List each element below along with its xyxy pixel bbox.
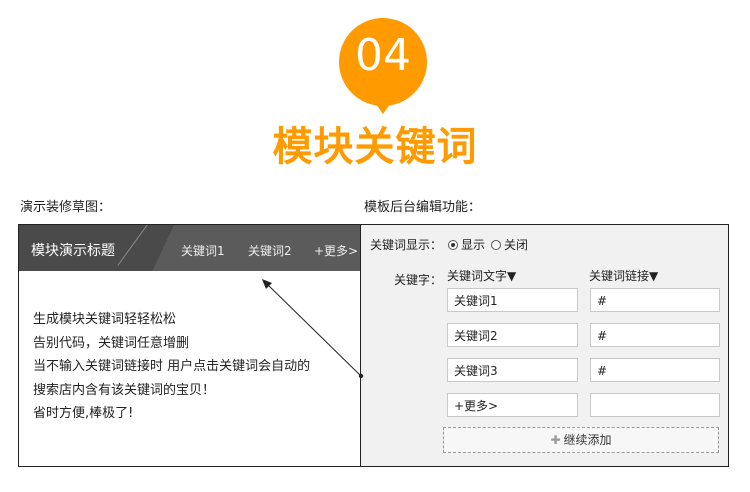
plus-icon: ✚ bbox=[550, 433, 561, 447]
description-line: 当不输入关键词链接时 用户点击关键词会自动的 bbox=[33, 359, 311, 374]
page-title: 模块关键词 bbox=[272, 124, 478, 170]
step-number: 04 bbox=[355, 30, 411, 81]
display-label: 关键词显示： bbox=[370, 238, 443, 252]
radio-show-icon[interactable] bbox=[448, 239, 459, 250]
preview-header: 模块演示标题 关键词1 关键词2 +更多> bbox=[19, 225, 360, 271]
radio-hide-label[interactable]: 关闭 bbox=[504, 236, 528, 253]
keyword-link-input-4[interactable] bbox=[590, 393, 720, 417]
demo-frame: 模块演示标题 关键词1 关键词2 +更多> 生成模块关键词轻轻松松 告别代码，关… bbox=[18, 224, 729, 467]
editor-panel: 关键词显示： 显示 关闭 关键字： 关键词文字▼ 关键词链接▼ 关键词1 # 关… bbox=[361, 225, 728, 466]
keyword-text-input-4[interactable]: +更多> bbox=[447, 393, 578, 417]
keyword-text-input-3[interactable]: 关键词3 bbox=[447, 358, 578, 382]
description-line: 生成模块关键词轻轻松松 bbox=[33, 312, 177, 327]
radio-show-label[interactable]: 显示 bbox=[461, 236, 485, 253]
preview-nav-keyword-1[interactable]: 关键词1 bbox=[181, 242, 225, 259]
description-line: 搜索店内含有该关键词的宝贝！ bbox=[33, 382, 216, 398]
keyword-link-input-1[interactable]: # bbox=[590, 288, 720, 312]
preview-nav-keyword-2[interactable]: 关键词2 bbox=[248, 242, 292, 259]
keyword-text-input-2[interactable]: 关键词2 bbox=[447, 323, 578, 347]
keyword-link-input-3[interactable]: # bbox=[590, 358, 720, 382]
preview-header-title: 模块演示标题 bbox=[31, 243, 115, 259]
preview-description: 生成模块关键词轻轻松松 告别代码，关键词任意增删 当不输入关键词链接时 用户点击… bbox=[33, 308, 353, 426]
backend-label: 模板后台编辑功能： bbox=[364, 200, 482, 215]
column-keyword-text[interactable]: 关键词文字▼ bbox=[447, 267, 516, 284]
description-line: 省时方便,棒极了! bbox=[33, 406, 134, 421]
display-toggle-row: 关键词显示： 显示 关闭 bbox=[370, 236, 528, 253]
add-more-button[interactable]: ✚ 继续添加 bbox=[443, 427, 719, 453]
radio-hide-icon[interactable] bbox=[491, 239, 502, 250]
add-more-label: 继续添加 bbox=[563, 433, 612, 447]
description-line: 告别代码，关键词任意增删 bbox=[33, 335, 190, 351]
column-keyword-link[interactable]: 关键词链接▼ bbox=[589, 267, 658, 284]
demo-label: 演示装修草图： bbox=[20, 200, 112, 215]
keyword-link-input-2[interactable]: # bbox=[590, 323, 720, 347]
preview-panel: 模块演示标题 关键词1 关键词2 +更多> 生成模块关键词轻轻松松 告别代码，关… bbox=[19, 225, 361, 466]
keyword-label: 关键字： bbox=[394, 273, 443, 287]
step-badge: 04 bbox=[338, 16, 428, 116]
preview-nav-more[interactable]: +更多> bbox=[314, 242, 358, 259]
keyword-text-input-1[interactable]: 关键词1 bbox=[447, 288, 578, 312]
